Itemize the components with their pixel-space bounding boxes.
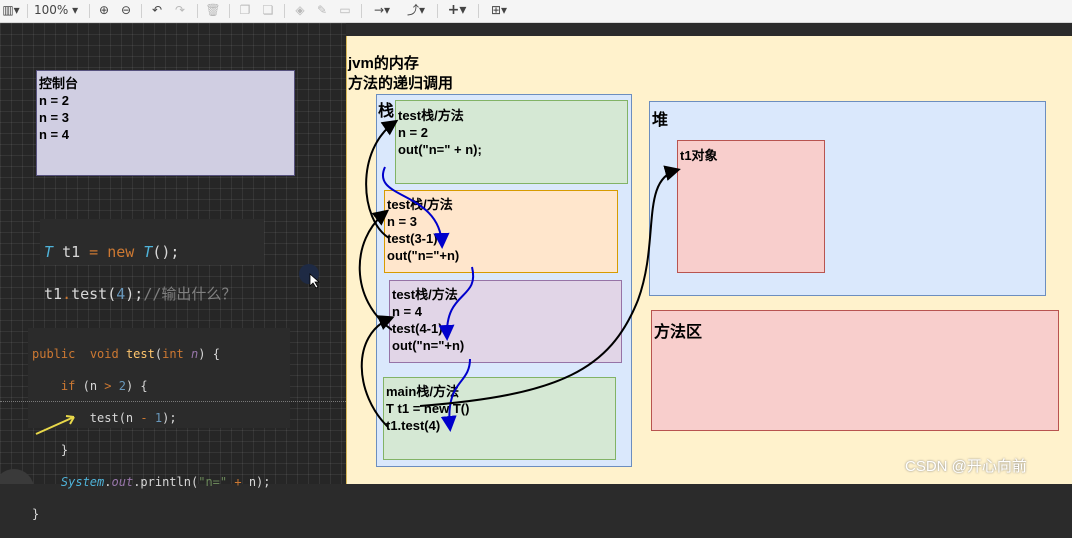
toolbar-separator (89, 4, 90, 18)
watermark: CSDN @开心向前 (905, 458, 1027, 475)
toolbar-separator (197, 4, 198, 18)
stack-frame-test-n4[interactable]: test栈/方法 n = 4 test(4-1) out("n="+n) (389, 280, 622, 363)
code-line: } (32, 507, 40, 521)
frame-line: n = 3 (387, 214, 417, 229)
frame-line: out("n="+n) (387, 248, 460, 263)
frame-line: main栈/方法 (386, 384, 459, 399)
delete-icon[interactable]: 🗑 (205, 2, 221, 18)
code-snippet-main: T t1 = new T(); t1.test(4);//输出什么？ (40, 219, 264, 303)
code-line: test(n - 1); (89, 411, 177, 425)
console-line: n = 4 (39, 127, 69, 142)
stack-frame-test-n2[interactable]: test栈/方法 n = 2 out("n=" + n); (395, 100, 628, 184)
toolbar-separator (229, 4, 230, 18)
frame-line: out("n="+n) (392, 338, 465, 353)
zoom-select[interactable]: 100% ▾ (34, 2, 84, 18)
console-line: n = 2 (39, 93, 69, 108)
code-line: public void test(int n) { (32, 347, 220, 361)
frame-line: test栈/方法 (392, 287, 458, 302)
console-box[interactable]: 控制台 n = 2 n = 3 n = 4 (36, 70, 295, 176)
dotted-divider (0, 401, 346, 402)
frame-line: test栈/方法 (387, 197, 453, 212)
zoom-out-icon[interactable]: ⊖ (118, 2, 134, 18)
code-line: } (60, 443, 69, 457)
undo-icon[interactable]: ↶ (149, 2, 165, 18)
connection-icon[interactable]: →▾ (368, 2, 396, 18)
line-color-icon[interactable]: ✎ (314, 2, 330, 18)
frame-line: n = 2 (398, 125, 428, 140)
stack-frame-main[interactable]: main栈/方法 T t1 = new T() t1.test(4) (383, 377, 616, 460)
table-icon[interactable]: ⊞▾ (485, 2, 513, 18)
toolbar-separator (478, 4, 479, 18)
cursor-marker (299, 264, 321, 289)
stack-frame-test-n3[interactable]: test栈/方法 n = 3 test(3-1) out("n="+n) (384, 190, 618, 273)
code-line: System.out.println("n=" + n); (60, 475, 271, 489)
fill-color-icon[interactable]: ◈ (292, 2, 308, 18)
code-line: if (n > 2) { (60, 379, 148, 393)
waypoints-icon[interactable]: ⤴▾ (402, 2, 430, 18)
stack-label: 栈 (378, 103, 395, 120)
panel-toggle-icon[interactable]: ▥▾ (2, 2, 20, 18)
frame-line: T t1 = new T() (386, 401, 470, 416)
toolbar-separator (27, 4, 28, 18)
frame-line: out("n=" + n); (398, 142, 482, 157)
frame-line: t1.test(4) (386, 418, 441, 433)
toolbar-separator (141, 4, 142, 18)
corner-widget (0, 469, 34, 484)
code-line: T t1 = new T(); (44, 243, 180, 261)
object-label: t1对象 (680, 148, 718, 163)
frame-line: test(3-1) (387, 231, 438, 246)
heap-label: 堆 (652, 112, 669, 129)
zoom-value: 100% (34, 3, 69, 17)
corner-circle (0, 469, 34, 484)
diagram-title: jvm的内存 (348, 55, 419, 72)
diagram-subtitle: 方法的递归调用 (348, 75, 454, 92)
redo-icon[interactable]: ↷ (172, 2, 188, 18)
method-area-label: 方法区 (654, 324, 703, 341)
frame-line: test栈/方法 (398, 108, 464, 123)
to-front-icon[interactable]: ❐ (237, 2, 253, 18)
console-line: n = 3 (39, 110, 69, 125)
code-snippet-method: public void test(int n) { if (n > 2) { t… (28, 328, 290, 521)
shadow-icon[interactable]: ▭ (337, 2, 353, 18)
toolbar-separator (437, 4, 438, 18)
code-line: t1.test(4);//输出什么？ (44, 285, 237, 303)
frame-line: n = 4 (392, 304, 422, 319)
method-area[interactable] (651, 310, 1059, 431)
frame-line: test(4-1) (392, 321, 443, 336)
insert-icon[interactable]: +▾ (444, 2, 470, 18)
to-back-icon[interactable]: ❏ (260, 2, 276, 18)
console-title: 控制台 (39, 76, 79, 91)
toolbar-separator (361, 4, 362, 18)
toolbar: ▥▾ 100% ▾ ⊕ ⊖ ↶ ↷ 🗑 ❐ ❏ ◈ ✎ ▭ →▾ ⤴▾ +▾ ⊞… (0, 0, 1072, 23)
toolbar-separator (284, 4, 285, 18)
t1-object[interactable]: t1对象 (677, 140, 825, 273)
zoom-in-icon[interactable]: ⊕ (96, 2, 112, 18)
